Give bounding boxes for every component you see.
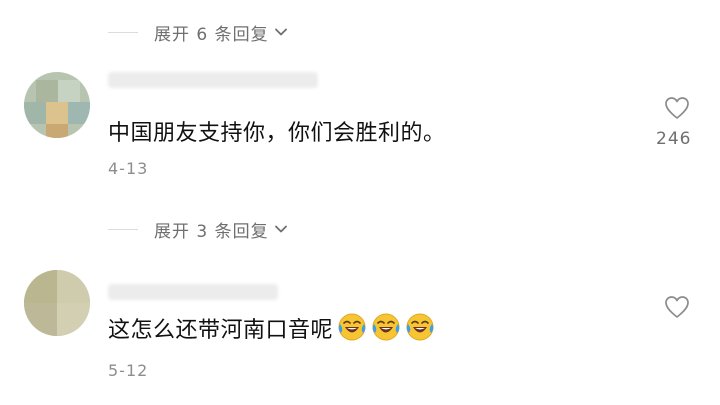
rofl-emoji bbox=[372, 313, 400, 341]
heart-outline-icon[interactable] bbox=[664, 96, 690, 120]
expand-replies-label: 展开 6 条回复 bbox=[154, 24, 269, 45]
comment-text: 中国朋友支持你，你们会胜利的。 bbox=[108, 121, 446, 146]
rofl-emoji bbox=[338, 313, 366, 341]
username-blurred bbox=[108, 284, 278, 300]
like-count: 246 bbox=[656, 129, 692, 149]
comment-item: 中国朋友支持你，你们会胜利的。 4-13 246 bbox=[0, 60, 720, 185]
avatar[interactable] bbox=[24, 72, 90, 138]
expand-replies-label: 展开 3 条回复 bbox=[154, 221, 269, 242]
comment-text: 这怎么还带河南口音呢 bbox=[108, 312, 435, 344]
chevron-down-icon bbox=[274, 28, 287, 36]
comment-item: 这怎么还带河南口音呢 5-12 bbox=[0, 258, 720, 405]
comment-date: 5-12 bbox=[108, 361, 149, 380]
expand-replies-middle[interactable]: 展开 3 条回复 bbox=[108, 214, 289, 244]
chevron-down-icon bbox=[274, 225, 287, 233]
comment-date: 4-13 bbox=[108, 159, 149, 178]
avatar[interactable] bbox=[24, 270, 90, 336]
divider-line bbox=[108, 228, 138, 230]
heart-outline-icon[interactable] bbox=[664, 295, 690, 319]
rofl-emoji bbox=[406, 313, 434, 341]
expand-replies-top[interactable]: 展开 6 条回复 bbox=[108, 17, 289, 47]
comment-text-body: 这怎么还带河南口音呢 bbox=[108, 318, 334, 343]
divider-line bbox=[108, 31, 138, 33]
username-blurred bbox=[108, 72, 318, 88]
